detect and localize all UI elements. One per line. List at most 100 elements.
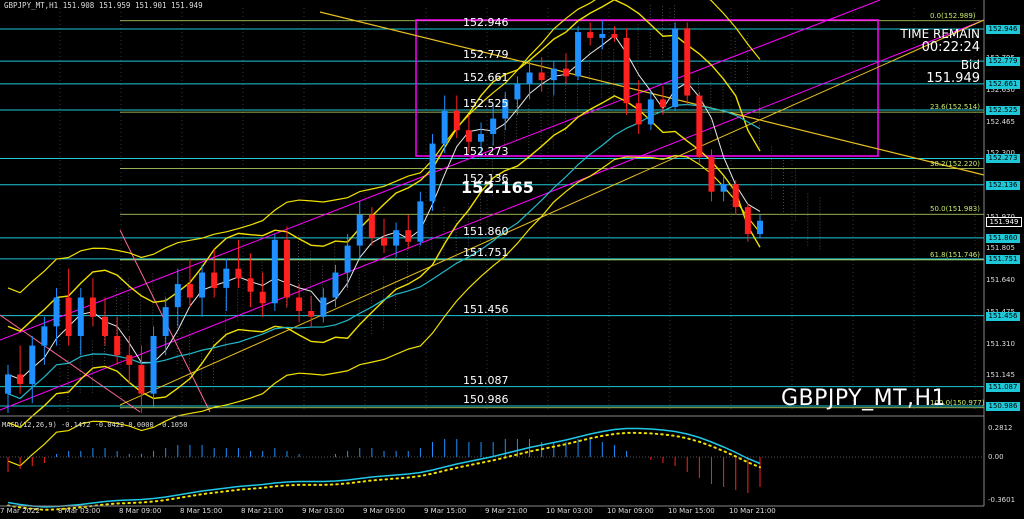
price-tag: 150.986 xyxy=(986,402,1020,411)
axis-tick: 151.805 xyxy=(986,244,1015,253)
candle-body xyxy=(89,297,96,317)
bid-label: Bid xyxy=(960,58,980,72)
macd-axis-tick: 0.00 xyxy=(988,453,1004,461)
candle-body xyxy=(562,68,569,77)
candle-body xyxy=(199,272,206,298)
candle-body xyxy=(550,68,557,81)
candle-body xyxy=(283,239,290,298)
level-label: 150.986 xyxy=(463,393,509,406)
time-label: 10 Mar 03:00 xyxy=(546,507,593,515)
candle-body xyxy=(623,37,630,104)
candle-body xyxy=(538,72,545,81)
candle-body xyxy=(271,239,278,304)
price-tag: 152.136 xyxy=(986,180,1020,190)
level-label: 151.860 xyxy=(463,224,509,238)
candle-body xyxy=(635,103,642,125)
range-box xyxy=(415,19,879,157)
candle-body xyxy=(114,335,121,356)
candle-body xyxy=(138,364,145,394)
macd-signal xyxy=(7,431,761,511)
fib-label: 50.0(151.983) xyxy=(930,205,980,214)
candle-body xyxy=(162,307,169,336)
time-remain-value: 00:22:24 xyxy=(921,40,980,55)
axis-tick: 152.465 xyxy=(986,117,1015,126)
upper-band xyxy=(7,0,761,332)
candle-body xyxy=(235,268,242,279)
fast-ma xyxy=(7,34,761,380)
candle-body xyxy=(441,110,448,144)
price-tag: 152.525 xyxy=(986,105,1020,115)
macd-panel xyxy=(0,415,984,511)
macd-label: MACD(12,26,9) -0.1472 -0.0422 0.0000 -0.… xyxy=(2,421,188,429)
axis-tick: 151.145 xyxy=(986,371,1015,380)
candle-body xyxy=(611,34,618,38)
candle-body xyxy=(186,284,193,298)
level-label: 151.087 xyxy=(463,373,509,387)
time-label: 8 Mar 15:00 xyxy=(180,507,223,515)
time-label: 9 Mar 09:00 xyxy=(363,507,406,515)
candle-body xyxy=(465,130,472,142)
level-label: 152.779 xyxy=(463,48,509,62)
price-tag: 151.751 xyxy=(986,254,1020,264)
price-tag: 151.860 xyxy=(986,233,1020,243)
symbol-watermark: GBPJPY_MT,H1 xyxy=(781,386,947,411)
candle-body xyxy=(453,110,460,131)
price-tag: 152.779 xyxy=(986,57,1020,67)
candle-body xyxy=(684,28,691,96)
lower-band xyxy=(7,95,761,429)
candle-body xyxy=(575,32,582,77)
candle-body xyxy=(65,297,72,336)
candle-body xyxy=(126,355,133,365)
candle-body xyxy=(5,374,11,394)
macd-line xyxy=(7,427,761,508)
fib-label: 38.2(152.220) xyxy=(930,159,980,168)
time-label: 8 Mar 03:00 xyxy=(58,507,101,515)
candle-body xyxy=(29,345,36,385)
level-label: 152.273 xyxy=(463,145,509,159)
time-label: 9 Mar 15:00 xyxy=(424,507,467,515)
candle-body xyxy=(393,230,400,246)
bid-value: 151.949 xyxy=(926,71,980,86)
time-label: 10 Mar 15:00 xyxy=(668,507,715,515)
fib-label: 23.6(152.514) xyxy=(930,103,980,112)
candle-body xyxy=(672,28,679,108)
price-tag: 151.456 xyxy=(986,311,1020,321)
level-label: 152.525 xyxy=(463,96,509,110)
price-tag: 152.273 xyxy=(986,154,1020,164)
candle-body xyxy=(320,297,327,317)
candle-body xyxy=(587,32,594,38)
price-tag: 152.661 xyxy=(986,79,1020,89)
price-chart[interactable] xyxy=(0,0,1024,519)
time-label: 8 Mar 09:00 xyxy=(119,507,162,515)
level-label: 151.751 xyxy=(463,245,509,259)
candle-body xyxy=(332,272,339,298)
candle-body xyxy=(417,201,424,242)
candle-body xyxy=(696,95,703,158)
candle-body xyxy=(150,335,157,394)
candle-body xyxy=(708,157,715,192)
level-label: 151.456 xyxy=(463,302,509,316)
candle-body xyxy=(514,84,521,100)
level-label: 152.946 xyxy=(463,16,509,29)
ichimoku-cloud xyxy=(67,5,821,412)
candle-body xyxy=(405,230,412,242)
candle-body xyxy=(211,272,218,288)
price-tag: 151.949 xyxy=(986,216,1022,227)
candle-body xyxy=(247,278,254,292)
time-label: 9 Mar 03:00 xyxy=(302,507,345,515)
candle-body xyxy=(102,316,109,336)
price-tag: 151.087 xyxy=(986,382,1020,392)
time-label: 10 Mar 09:00 xyxy=(607,507,654,515)
candle-body xyxy=(478,134,485,142)
outer-lower-band xyxy=(7,155,761,467)
symbol-info-header: GBPJPY_MT,H1 151.908 151.959 151.901 151… xyxy=(4,1,203,10)
candle-body xyxy=(174,284,181,308)
candle-body xyxy=(647,99,654,125)
candle-body xyxy=(308,310,315,317)
candle-body xyxy=(53,297,60,327)
candle-body xyxy=(526,72,533,85)
candle-body xyxy=(429,143,436,202)
fib-label: 61.8(151.746) xyxy=(930,250,980,259)
macd-axis-tick: -0.3601 xyxy=(988,496,1016,504)
candle-body xyxy=(381,237,387,246)
